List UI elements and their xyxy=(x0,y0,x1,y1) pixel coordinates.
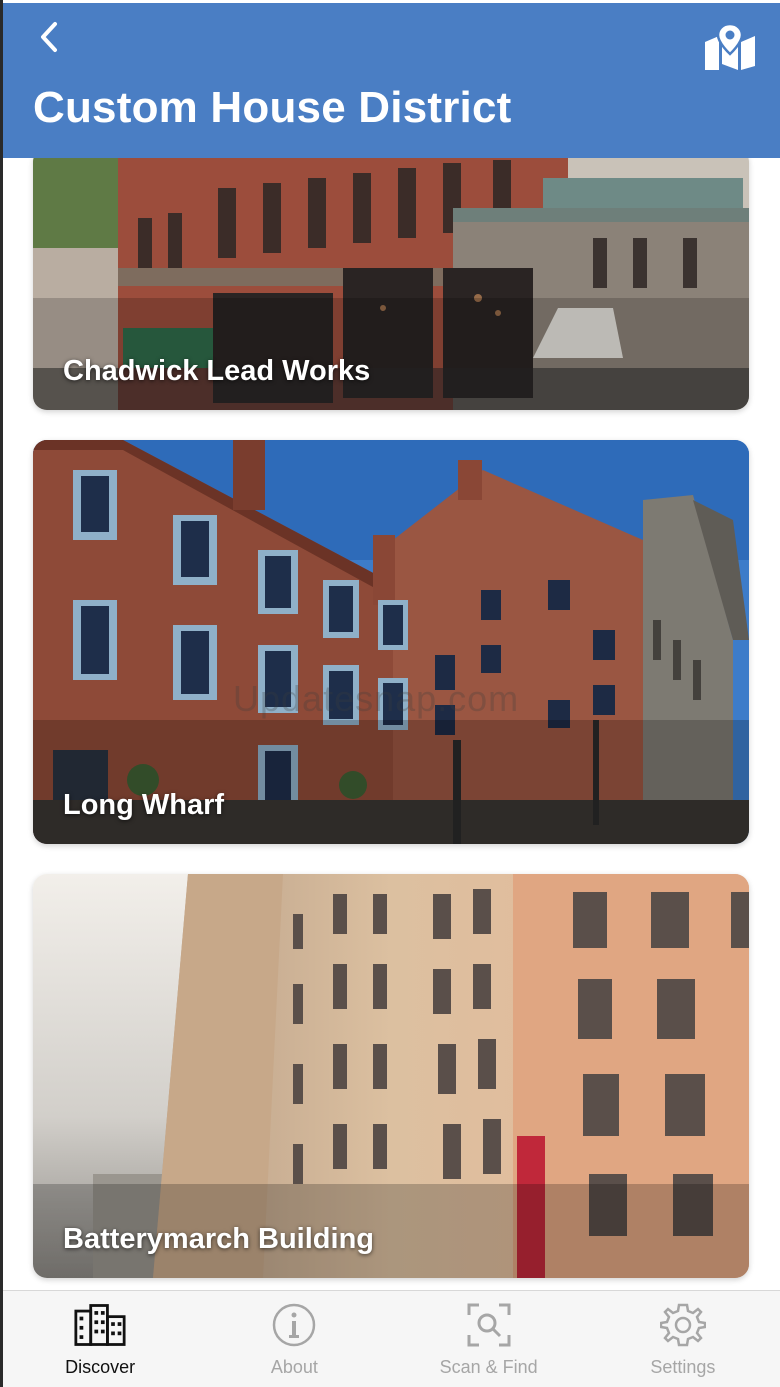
place-photo xyxy=(33,440,749,844)
app-header: Custom House District xyxy=(3,3,780,158)
place-card-chadwick-lead-works[interactable]: Chadwick Lead Works xyxy=(33,158,749,410)
page-title: Custom House District xyxy=(33,83,512,132)
tab-label: Discover xyxy=(65,1357,136,1377)
back-button[interactable] xyxy=(29,15,69,59)
tab-label: About xyxy=(270,1357,318,1377)
place-card-batterymarch-building[interactable]: Batterymarch Building xyxy=(33,874,749,1278)
scan-search-icon xyxy=(463,1299,515,1351)
place-name: Batterymarch Building xyxy=(63,1223,374,1255)
app-screen: Custom House District Chadwick Lead Work… xyxy=(0,0,780,1387)
tab-discover[interactable]: Discover xyxy=(3,1291,197,1387)
tab-settings[interactable]: Settings xyxy=(586,1291,780,1387)
buildings-icon xyxy=(74,1299,126,1351)
place-card-long-wharf[interactable]: Long Wharf xyxy=(33,440,749,844)
place-name: Long Wharf xyxy=(63,789,225,821)
bottom-tab-bar: Discover About Scan & Find Settings xyxy=(3,1290,780,1387)
place-list[interactable]: Chadwick Lead Works Long Wharf Batteryma… xyxy=(3,158,780,1290)
place-photo xyxy=(33,874,749,1278)
chevron-left-icon xyxy=(41,22,57,52)
map-button[interactable] xyxy=(702,21,758,73)
tab-label: Settings xyxy=(650,1357,716,1377)
gear-icon xyxy=(657,1299,709,1351)
tab-about[interactable]: About xyxy=(197,1291,391,1387)
place-name: Chadwick Lead Works xyxy=(63,355,371,387)
info-icon xyxy=(268,1299,320,1351)
tab-label: Scan & Find xyxy=(439,1357,538,1377)
tab-scan-find[interactable]: Scan & Find xyxy=(392,1291,586,1387)
map-pin-icon xyxy=(705,22,755,70)
screen-edge xyxy=(0,0,3,1387)
